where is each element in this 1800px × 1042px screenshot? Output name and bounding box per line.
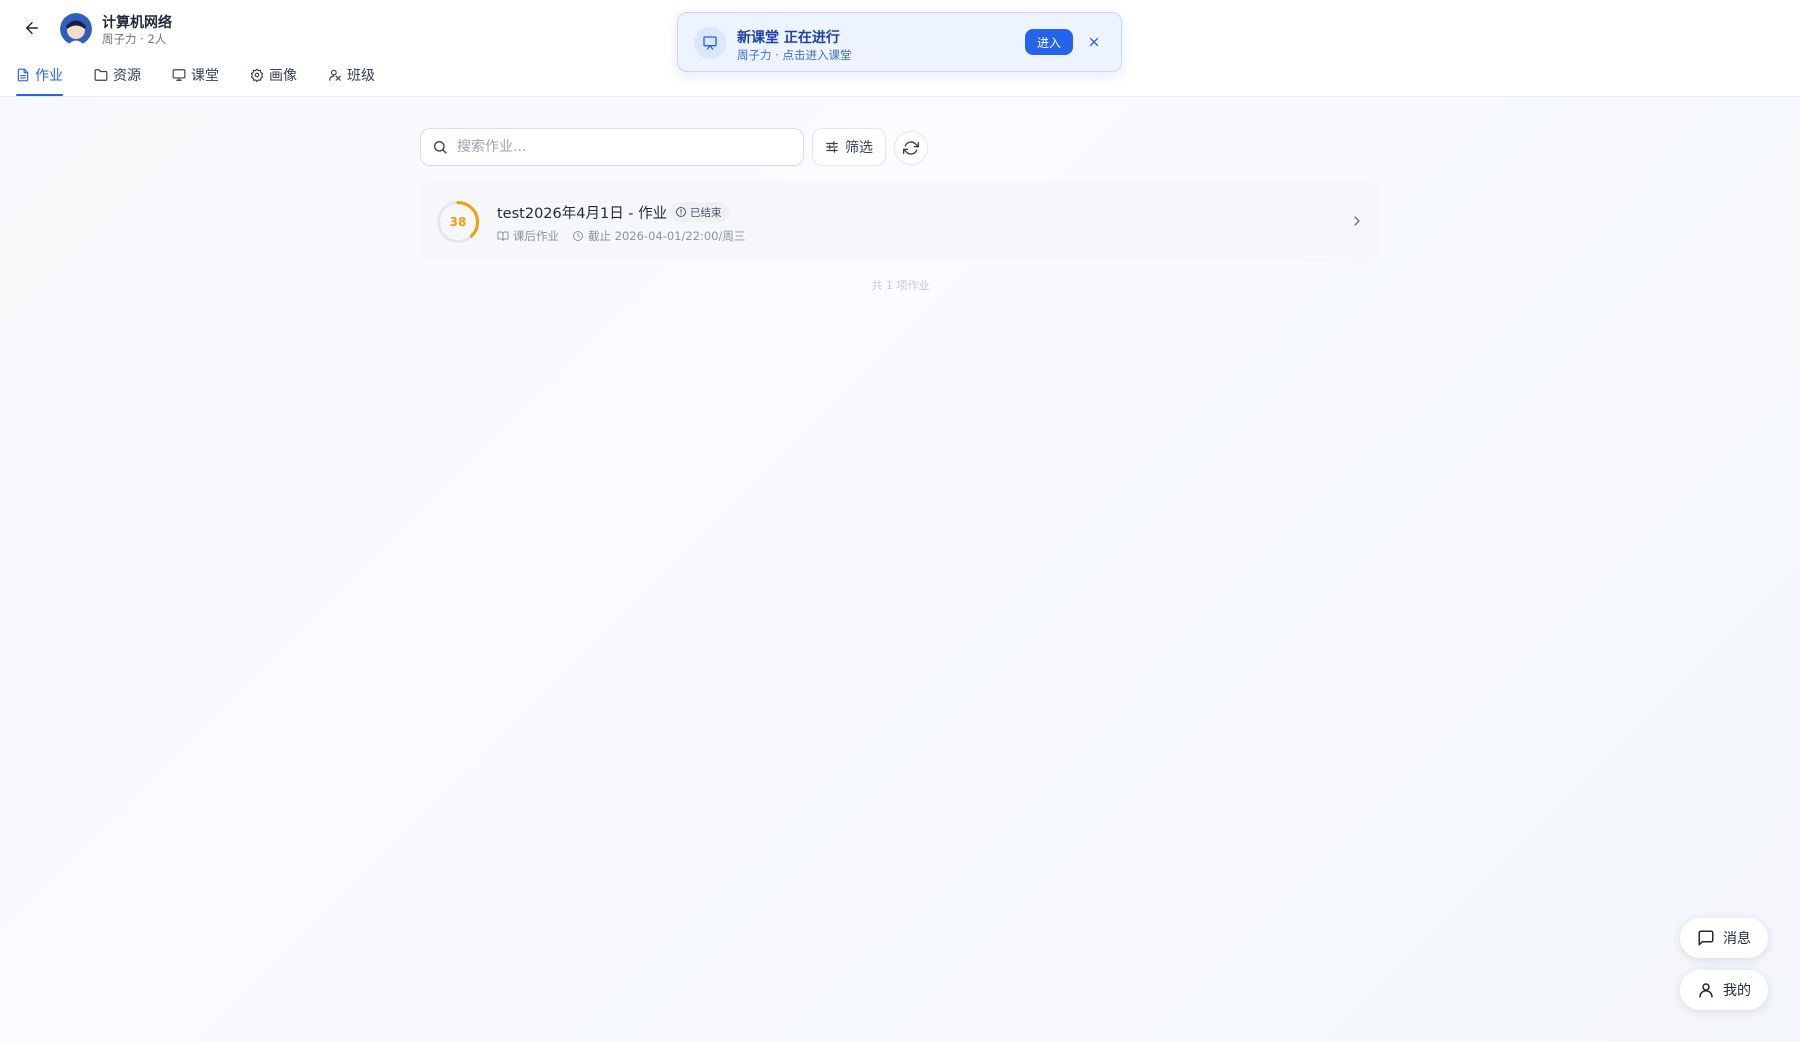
tab-label: 课堂 — [191, 68, 219, 84]
notification-title: 新课堂 正在进行 — [737, 30, 840, 46]
tab-label: 画像 — [269, 68, 297, 84]
status-badge: 已结束 — [670, 202, 729, 222]
status-label: 已结束 — [690, 206, 722, 219]
tab-label: 班级 — [347, 68, 375, 84]
total-count: 共 1 项作业 — [871, 279, 930, 292]
avatar[interactable] — [60, 13, 92, 45]
clock-icon — [573, 231, 583, 241]
profile-button[interactable]: 我的 — [1680, 970, 1768, 1010]
live-class-notification[interactable]: 新课堂 正在进行 周子力 · 点击进入课堂 进入 — [677, 12, 1122, 72]
tab-class[interactable]: 班级 — [328, 64, 375, 96]
enter-classroom-button[interactable]: 进入 — [1025, 29, 1073, 55]
message-icon — [1698, 930, 1714, 946]
homework-card[interactable]: 38 test2026年4月1日 - 作业 已结束 课后作业 截止 2026-0… — [420, 182, 1381, 262]
search-bar — [420, 128, 804, 166]
folder-icon — [94, 69, 108, 81]
search-input[interactable] — [457, 137, 787, 157]
search-icon — [434, 141, 447, 154]
refresh-icon — [903, 141, 919, 155]
homework-meta: 课后作业 截止 2026-04-01/22:00/周三 — [497, 228, 758, 244]
messages-label: 消息 — [1723, 931, 1751, 947]
info-icon — [676, 207, 686, 217]
homework-title: test2026年4月1日 - 作业 — [497, 206, 668, 222]
tab-label: 作业 — [35, 68, 63, 84]
tab-bar: 作业 资源 课堂 画像 班级 — [16, 64, 406, 96]
chevron-right-icon — [1354, 216, 1360, 226]
course-subtitle: 周子力 · 2人 — [102, 32, 167, 46]
tab-homework[interactable]: 作业 — [16, 64, 63, 96]
arrow-left-icon — [26, 22, 38, 34]
sliders-icon — [826, 141, 838, 153]
score-ring: 38 — [436, 200, 480, 244]
refresh-button[interactable] — [894, 131, 928, 165]
homework-deadline: 截止 2026-04-01/22:00/周三 — [588, 229, 746, 243]
filter-button[interactable]: 筛选 — [812, 128, 886, 166]
close-icon — [1089, 37, 1099, 47]
tab-classroom[interactable]: 课堂 — [172, 64, 219, 96]
close-notification-button[interactable] — [1085, 33, 1103, 51]
profile-label: 我的 — [1723, 983, 1751, 999]
score-value: 38 — [449, 215, 467, 229]
people-icon — [329, 69, 341, 81]
filter-label: 筛选 — [845, 140, 873, 156]
course-title: 计算机网络 — [102, 15, 172, 31]
file-icon — [17, 68, 29, 82]
back-button[interactable] — [20, 16, 44, 40]
homework-type: 课后作业 — [513, 229, 559, 243]
tab-resources[interactable]: 资源 — [94, 64, 141, 96]
book-open-icon — [497, 231, 509, 241]
monitor-icon — [172, 69, 186, 81]
tab-portrait[interactable]: 画像 — [250, 64, 297, 96]
tab-label: 资源 — [113, 68, 141, 84]
messages-button[interactable]: 消息 — [1680, 918, 1768, 958]
badge-icon — [250, 68, 264, 82]
presentation-icon — [694, 27, 726, 59]
user-icon — [1699, 983, 1713, 998]
notification-subtitle: 周子力 · 点击进入课堂 — [737, 48, 852, 62]
